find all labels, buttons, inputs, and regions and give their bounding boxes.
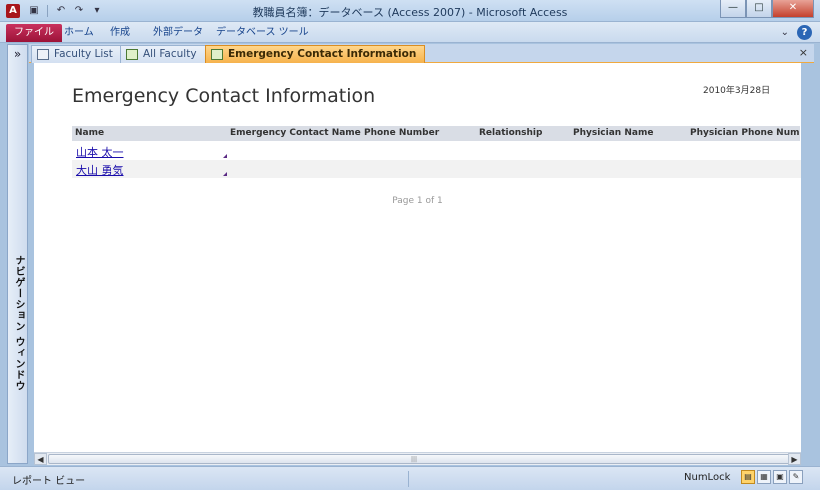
scroll-left-icon[interactable]: ◀ <box>34 453 47 465</box>
report-date: 2010年3月28日 <box>703 86 771 96</box>
row-marker <box>223 172 227 176</box>
scroll-right-icon[interactable]: ▶ <box>788 453 801 465</box>
print-preview-icon[interactable]: ▦ <box>757 470 771 484</box>
status-separator <box>408 471 409 487</box>
window-controls: — □ ✕ <box>720 0 814 18</box>
collapse-ribbon-icon[interactable]: ⌄ <box>781 27 789 38</box>
navigation-pane-label: ナビゲーション ウィンドウ <box>13 255 24 392</box>
column-header-emergency-contact-name: Emergency Contact Name <box>227 126 362 141</box>
scrollbar-grip: ||| <box>411 456 418 463</box>
tab-database-tools[interactable]: データベース ツール <box>208 24 317 42</box>
column-header-name: Name <box>72 126 228 141</box>
tab-home[interactable]: ホーム <box>56 24 102 42</box>
tab-emergency-contact-information[interactable]: Emergency Contact Information <box>205 45 426 63</box>
help-icon[interactable]: ? <box>797 25 812 40</box>
window-title: 教職員名簿：データベース (Access 2007) - Microsoft A… <box>252 6 568 19</box>
table-row: 大山 勇気 <box>72 160 801 178</box>
column-header-relationship: Relationship <box>476 126 571 141</box>
design-view-icon[interactable]: ✎ <box>789 470 803 484</box>
title-bar: A ▣ ↶ ↷ ▾ 教職員名簿：データベース (Access 2007) - M… <box>0 0 820 22</box>
report-icon <box>211 49 223 60</box>
ribbon-right-controls: ⌄ ? <box>781 25 812 40</box>
tab-label: Faculty List <box>54 48 113 60</box>
maximize-button[interactable]: □ <box>746 0 772 18</box>
tab-all-faculty[interactable]: All Faculty <box>120 45 206 63</box>
report-view[interactable]: 2010年3月28日 Emergency Contact Information… <box>34 63 801 452</box>
report-icon <box>126 49 138 60</box>
tab-create[interactable]: 作成 <box>102 24 138 42</box>
tab-label: All Faculty <box>143 48 197 60</box>
column-header-physician-name: Physician Name <box>570 126 688 141</box>
table-row: 山本 太一 <box>72 142 801 160</box>
page-number: Page 1 of 1 <box>392 196 443 206</box>
tab-file[interactable]: ファイル <box>6 24 62 42</box>
layout-view-icon[interactable]: ▣ <box>773 470 787 484</box>
expand-nav-icon[interactable]: » <box>8 47 27 61</box>
close-document-icon[interactable]: × <box>799 46 808 59</box>
horizontal-scrollbar[interactable]: ◀ ||| ▶ <box>34 452 801 465</box>
form-icon <box>37 49 49 60</box>
close-window-button[interactable]: ✕ <box>772 0 814 18</box>
report-view-icon[interactable]: ▤ <box>741 470 755 484</box>
status-bar: レポート ビュー NumLock ▤ ▦ ▣ ✎ <box>0 466 820 490</box>
document-tab-bar: Faculty List All Faculty Emergency Conta… <box>29 44 814 63</box>
current-view-label: レポート ビュー <box>12 476 86 487</box>
tab-label: Emergency Contact Information <box>228 48 417 60</box>
tab-external-data[interactable]: 外部データ <box>145 24 211 42</box>
row-marker <box>223 154 227 158</box>
ribbon-tab-bar: ファイル ホーム 作成 外部データ データベース ツール ⌄ ? <box>0 22 820 43</box>
scrollbar-thumb[interactable]: ||| <box>48 454 796 464</box>
column-header-physician-phone-number: Physician Phone Number <box>687 126 801 141</box>
numlock-indicator: NumLock <box>684 472 731 483</box>
minimize-button[interactable]: — <box>720 0 746 18</box>
column-header-phone-number: Phone Number <box>361 126 477 141</box>
view-switcher: ▤ ▦ ▣ ✎ <box>741 470 803 484</box>
navigation-pane[interactable]: » ナビゲーション ウィンドウ <box>7 44 28 464</box>
report-title: Emergency Contact Information <box>72 85 376 107</box>
faculty-name-link[interactable]: 山本 太一 <box>76 144 124 160</box>
faculty-name-link[interactable]: 大山 勇気 <box>76 162 124 178</box>
tab-faculty-list[interactable]: Faculty List <box>31 45 122 63</box>
